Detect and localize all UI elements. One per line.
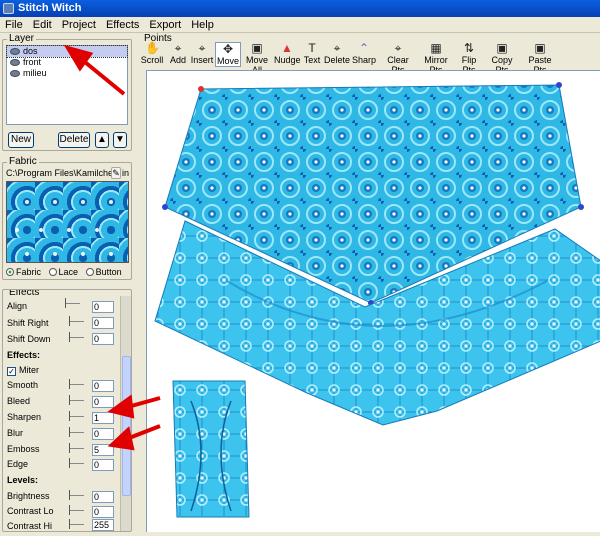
red-arrow-icon	[63, 44, 161, 451]
annotation-arrows	[63, 44, 161, 451]
